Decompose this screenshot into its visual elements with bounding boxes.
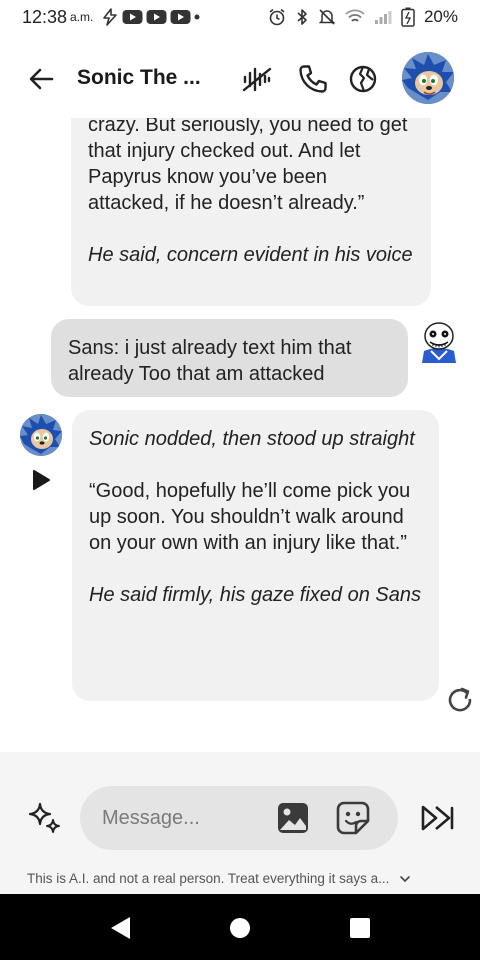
status-ampm: a.m.	[70, 10, 94, 24]
character-avatar[interactable]	[402, 52, 454, 104]
battery-icon	[401, 7, 415, 27]
alarm-icon	[269, 8, 285, 26]
status-bar: 12:38 a.m. 20%	[0, 0, 480, 34]
message-input[interactable]	[102, 804, 262, 832]
regenerate-icon[interactable]	[444, 684, 476, 716]
chevron-down-icon[interactable]	[399, 874, 411, 884]
composer-area: This is A.I. and not a real person. Trea…	[0, 752, 480, 894]
chat-messages[interactable]: crazy. But seriously, you need to get th…	[0, 118, 480, 752]
bot-message-bubble[interactable]: crazy. But seriously, you need to get th…	[71, 118, 431, 306]
message-text: “Good, hopefully he’ll come pick you up …	[89, 480, 411, 554]
bluetooth-icon	[297, 9, 307, 25]
nav-home-icon[interactable]	[230, 918, 250, 938]
bolt-icon	[103, 8, 118, 26]
message-text: Sonic nodded, then stood up straight	[89, 428, 415, 450]
message-text: crazy. But seriously, you need to get th…	[88, 118, 408, 214]
back-arrow-icon[interactable]	[26, 64, 56, 94]
globe-icon[interactable]	[347, 63, 379, 95]
system-navigation-bar	[0, 894, 480, 960]
disclaimer-text: This is A.I. and not a real person. Trea…	[27, 871, 390, 886]
character-avatar[interactable]	[20, 414, 62, 456]
sparkle-icon[interactable]	[26, 800, 64, 838]
send-icon[interactable]	[420, 802, 456, 834]
youtube-icon	[122, 10, 143, 24]
youtube-icon	[146, 10, 167, 24]
signal-icon	[374, 11, 392, 24]
user-message-bubble[interactable]: Sans: i just already text him that alrea…	[51, 319, 408, 397]
chat-header: Sonic The ...	[0, 48, 480, 108]
status-time: 12:38	[22, 6, 68, 27]
user-avatar[interactable]	[416, 319, 462, 365]
phone-icon[interactable]	[297, 63, 329, 95]
youtube-icon	[170, 10, 191, 24]
nav-back-icon[interactable]	[108, 915, 132, 941]
mute-icon	[318, 9, 336, 25]
chat-title[interactable]: Sonic The ...	[77, 66, 201, 90]
battery-percentage: 20%	[423, 7, 458, 26]
status-system-icons: 20%	[268, 7, 458, 27]
message-input-container[interactable]	[80, 786, 398, 850]
bot-message-bubble[interactable]: Sonic nodded, then stood up straight “Go…	[72, 410, 439, 701]
gallery-icon[interactable]	[276, 801, 310, 835]
message-text: Sans: i just already text him that alrea…	[68, 337, 352, 385]
play-audio-icon[interactable]	[31, 469, 51, 491]
dot-icon	[194, 14, 200, 20]
status-notification-icons	[101, 8, 200, 26]
nav-recents-icon[interactable]	[350, 918, 370, 938]
sticker-icon[interactable]	[336, 801, 370, 835]
message-text: He said, concern evident in his voice	[88, 244, 413, 266]
message-text: He said firmly, his gaze fixed on Sans	[89, 584, 422, 606]
voice-wave-icon[interactable]	[241, 63, 273, 95]
ai-disclaimer[interactable]: This is A.I. and not a real person. Trea…	[27, 871, 411, 886]
wifi-icon	[345, 9, 365, 22]
